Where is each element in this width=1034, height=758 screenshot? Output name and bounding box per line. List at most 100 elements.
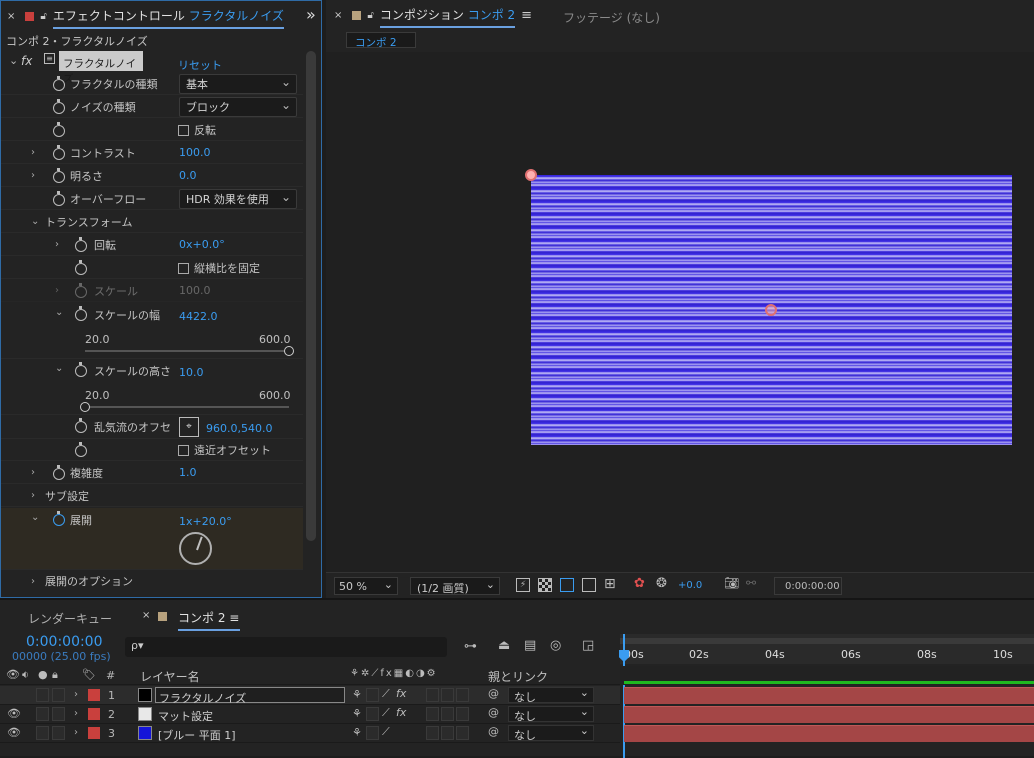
noise-type-select[interactable]: ブロック [179, 97, 297, 117]
exposure-value[interactable]: +0.0 [678, 580, 702, 591]
graph-editor-icon[interactable]: ◲ [582, 638, 594, 653]
expand-chevron-icon[interactable]: › [31, 490, 35, 501]
slider-knob[interactable] [80, 402, 90, 412]
slider-knob[interactable] [284, 346, 294, 356]
contrast-value[interactable]: 100.0 [179, 146, 211, 159]
lock-icon[interactable]: 🔒︎ [52, 668, 58, 682]
scale-width-value[interactable]: 4422.0 [179, 310, 218, 323]
transparency-grid-icon[interactable] [538, 578, 552, 592]
close-icon[interactable]: × [7, 11, 15, 22]
scale-height-value[interactable]: 10.0 [179, 366, 204, 379]
parent-select[interactable]: なし ⌄ [508, 724, 594, 742]
layer-name-header[interactable]: レイヤー名 [140, 668, 200, 685]
adjustment-switch[interactable] [441, 688, 454, 702]
layer-name[interactable]: フラクタルノイズ [155, 687, 345, 705]
shy-switch-icon[interactable]: ⚘ [352, 707, 362, 720]
solo-icon[interactable]: ● [38, 668, 48, 681]
3d-switch[interactable] [456, 707, 469, 721]
collapse-chevron-icon[interactable]: ⌄ [31, 216, 39, 227]
motion-blur-switch[interactable] [426, 688, 439, 702]
stopwatch-icon[interactable] [53, 465, 65, 480]
quality-switch-icon[interactable]: ⟋ [382, 687, 390, 701]
collapse-chevron-icon[interactable]: ⌄ [31, 512, 39, 523]
complexity-value[interactable]: 1.0 [179, 466, 197, 479]
stopwatch-icon[interactable] [75, 237, 87, 252]
motion-blur-icon[interactable]: ◎ [550, 638, 561, 653]
expand-chevron-icon[interactable]: › [74, 727, 78, 738]
scale-width-slider[interactable] [85, 346, 294, 356]
stopwatch-icon[interactable] [53, 511, 65, 526]
scale-height-slider[interactable] [80, 402, 289, 412]
shy-switch-icon[interactable]: ⚘ [352, 726, 362, 739]
effect-controls-tab[interactable]: × 🔓︎ エフェクトコントロール フラクタルノイズ [7, 1, 284, 31]
parent-select[interactable]: なし ⌄ [508, 686, 594, 704]
pick-whip-icon[interactable]: @ [488, 706, 499, 719]
time-ruler[interactable]: 00s 02s 04s 06s 08s 10s [620, 634, 1034, 664]
offset-point-handle[interactable] [765, 304, 777, 316]
show-snapshot-icon[interactable]: ⚯ [746, 576, 756, 590]
stopwatch-icon[interactable] [53, 122, 65, 137]
overflow-select[interactable]: HDR 効果を使用 [179, 189, 297, 209]
label-tag-icon[interactable]: 🏷︎ [82, 668, 96, 681]
angle-dial[interactable] [179, 532, 212, 565]
current-time-display[interactable]: 0:00:00:00 [26, 634, 103, 650]
panel-menu-icon[interactable]: ≡ [521, 8, 532, 23]
stopwatch-icon[interactable] [75, 418, 87, 433]
region-of-interest-icon[interactable] [582, 578, 596, 592]
motion-blur-switch[interactable] [426, 707, 439, 721]
stopwatch-icon[interactable] [75, 260, 87, 275]
layer-name[interactable]: [ブルー 平面 1] [155, 725, 345, 742]
label-color-swatch[interactable] [88, 727, 100, 739]
lock-switch[interactable] [52, 726, 65, 740]
uniform-scale-checkbox[interactable]: 縦横比を固定 [178, 260, 260, 276]
expand-chevron-icon[interactable]: › [31, 170, 35, 181]
layer-search-input[interactable]: ρ▾ [125, 637, 447, 657]
comp-sub-tab[interactable]: コンポ 2 [346, 32, 416, 49]
color-channels-icon[interactable]: ✿ [634, 576, 645, 591]
draft-3d-icon[interactable]: ⏏︎ [498, 638, 510, 653]
quality-switch-icon[interactable]: ⟋ [382, 725, 390, 739]
collapse-chevron-icon[interactable]: ⌄ [9, 54, 18, 67]
panel-overflow-icon[interactable]: » [306, 5, 316, 24]
perspective-checkbox[interactable]: 遠近オフセット [178, 442, 271, 458]
layer-name[interactable]: マット設定 [155, 706, 345, 723]
layer-row[interactable]: 👁︎ › 2 マット設定 ⚘ ⟋ fx @ なし ⌄ [0, 705, 620, 724]
expand-chevron-icon[interactable]: › [74, 689, 78, 700]
fast-preview-icon[interactable]: ⚡︎ [516, 578, 530, 592]
fractal-type-select[interactable]: 基本 [179, 74, 297, 94]
work-area-bar[interactable] [620, 638, 1034, 644]
3d-switch[interactable] [456, 726, 469, 740]
stopwatch-icon[interactable] [53, 76, 65, 91]
stopwatch-icon[interactable] [75, 362, 87, 377]
fx-icon[interactable]: fx [396, 687, 406, 700]
viewer-timecode[interactable]: 0:00:00:00 [774, 577, 842, 595]
checkbox-box[interactable] [178, 444, 189, 456]
fx-icon[interactable]: fx [21, 54, 32, 68]
parent-select[interactable]: なし ⌄ [508, 705, 594, 723]
adjustment-switch[interactable] [441, 707, 454, 721]
brightness-value[interactable]: 0.0 [179, 169, 197, 182]
lock-icon[interactable]: 🔓︎ [40, 11, 46, 22]
exposure-reset-icon[interactable]: ❂ [656, 576, 667, 591]
point-target-icon[interactable]: ⌖ [179, 417, 199, 437]
evolution-value[interactable]: 1x+20.0° [179, 515, 232, 528]
lock-switch[interactable] [52, 688, 65, 702]
adjustment-switch[interactable] [441, 726, 454, 740]
solo-switch[interactable] [36, 688, 49, 702]
reset-link[interactable]: リセット [178, 57, 222, 73]
label-color-swatch[interactable] [88, 689, 100, 701]
pick-whip-icon[interactable]: @ [488, 725, 499, 738]
zoom-select[interactable]: 50 % ⌄ [334, 577, 398, 595]
composition-tab[interactable]: × 🔓︎ コンポジション コンポ 2 ≡ [334, 0, 532, 30]
expand-chevron-icon[interactable]: › [31, 576, 35, 587]
layer-duration-bar[interactable] [624, 706, 1034, 723]
collapse-switch[interactable] [366, 688, 379, 702]
stopwatch-icon[interactable] [53, 145, 65, 160]
layer-row[interactable]: 👁︎ › 3 [ブルー 平面 1] ⚘ ⟋ @ なし ⌄ [0, 724, 620, 743]
collapse-switch[interactable] [366, 726, 379, 740]
shy-layers-icon[interactable]: ▤ [524, 638, 536, 653]
motion-blur-switch[interactable] [426, 726, 439, 740]
footage-tab[interactable]: フッテージ (なし) [563, 9, 660, 26]
render-queue-tab[interactable]: レンダーキュー [28, 610, 112, 627]
layer-row[interactable]: › 1 フラクタルノイズ ⚘ ⟋ fx @ なし ⌄ [0, 686, 620, 705]
